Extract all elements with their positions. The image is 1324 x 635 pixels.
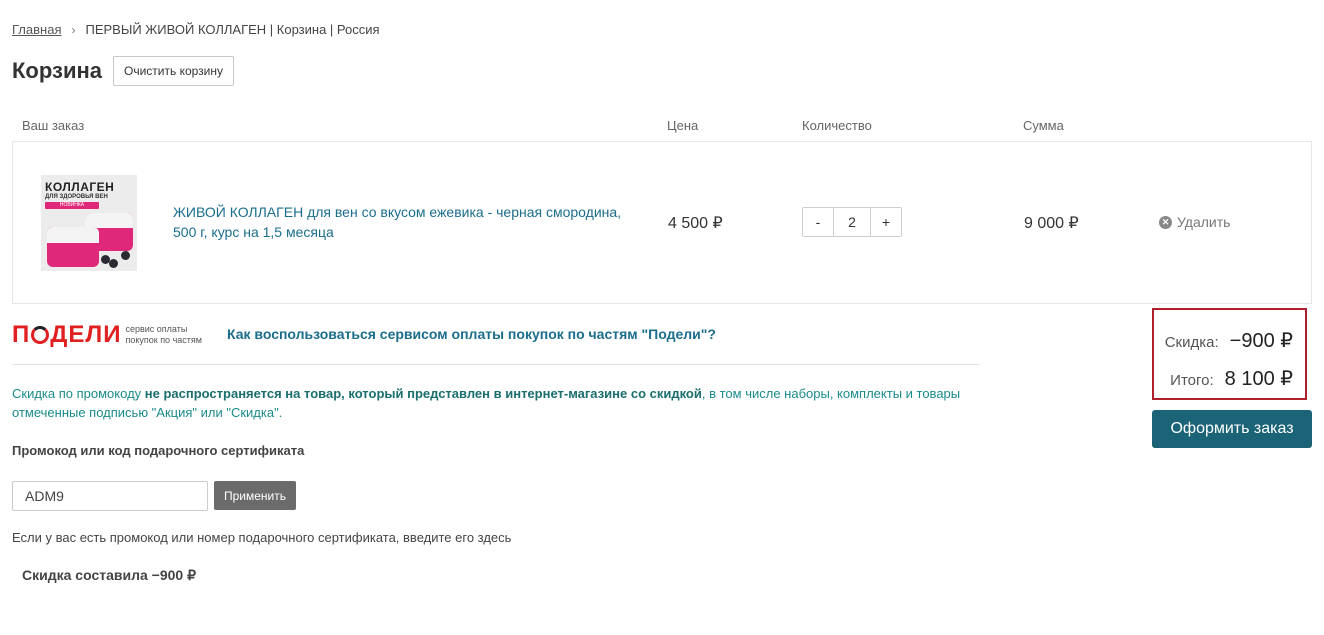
cart-item-row: КОЛЛАГЕН ДЛЯ ЗДОРОВЬЯ ВЕН НОВИНКА ЖИВОЙ … [12, 141, 1312, 304]
page-title: Корзина [12, 58, 102, 83]
product-image-badge: НОВИНКА [45, 202, 99, 209]
apply-promo-button[interactable]: Применить [214, 481, 296, 510]
promo-label: Промокод или код подарочного сертификата [12, 443, 305, 458]
product-name-link[interactable]: ЖИВОЙ КОЛЛАГЕН для вен со вкусом ежевика… [173, 202, 643, 242]
product-image-subtitle: ДЛЯ ЗДОРОВЬЯ ВЕН [45, 194, 108, 200]
breadcrumb-home-link[interactable]: Главная [12, 22, 61, 37]
discount-row: Скидка: −900 ₽ [1165, 328, 1293, 353]
podeli-logo-text: П ДЕЛИ [12, 321, 122, 348]
clear-cart-button[interactable]: Очистить корзину [113, 56, 234, 86]
berry-shape [109, 259, 118, 268]
column-header-price: Цена [667, 118, 699, 133]
total-row: Итого: 8 100 ₽ [1170, 366, 1293, 391]
promo-help-text: Если у вас есть промокод или номер подар… [12, 530, 512, 545]
discount-value: −900 ₽ [1229, 330, 1293, 352]
total-label: Итого: [1170, 372, 1214, 389]
close-circle-icon: ✕ [1159, 215, 1172, 229]
podeli-logo[interactable]: П ДЕЛИ сервис оплаты покупок по частям [12, 321, 202, 349]
discount-label: Скидка: [1164, 334, 1219, 351]
discount-message: Скидка составила −900 ₽ [22, 567, 196, 583]
podeli-subtitle-line2: покупок по частям [125, 335, 202, 345]
jar-shape [47, 227, 99, 267]
podeli-info-link[interactable]: Как воспользоваться сервисом оплаты поку… [227, 326, 716, 342]
promo-code-input[interactable] [12, 481, 208, 511]
breadcrumb: Главная › ПЕРВЫЙ ЖИВОЙ КОЛЛАГЕН | Корзин… [12, 22, 380, 37]
chevron-right-icon: › [71, 22, 76, 37]
product-image-title: КОЛЛАГЕН [45, 180, 115, 194]
delete-item-button[interactable]: ✕ Удалить [1159, 214, 1230, 230]
checkout-button[interactable]: Оформить заказ [1152, 410, 1312, 448]
podeli-subtitle: сервис оплаты покупок по частям [125, 324, 202, 346]
promo-note-bold: не распространяется на товар, который пр… [144, 386, 702, 401]
total-value: 8 100 ₽ [1224, 368, 1293, 390]
delete-label: Удалить [1177, 214, 1231, 230]
column-header-sum: Сумма [1023, 118, 1064, 133]
item-sum: 9 000 ₽ [1024, 215, 1079, 232]
title-row: Корзина Очистить корзину [12, 56, 234, 86]
totals-box: Скидка: −900 ₽ Итого: 8 100 ₽ [1152, 308, 1307, 400]
breadcrumb-current: ПЕРВЫЙ ЖИВОЙ КОЛЛАГЕН | Корзина | Россия [85, 22, 380, 37]
quantity-input[interactable]: 2 [833, 208, 871, 236]
quantity-stepper: - 2 + [802, 207, 902, 237]
column-header-quantity: Количество [802, 118, 872, 133]
item-price: 4 500 ₽ [668, 215, 723, 232]
column-header-order: Ваш заказ [22, 118, 85, 133]
product-image[interactable]: КОЛЛАГЕН ДЛЯ ЗДОРОВЬЯ ВЕН НОВИНКА [41, 175, 137, 271]
podeli-subtitle-line1: сервис оплаты [125, 324, 188, 334]
promo-note-part1: Скидка по промокоду [12, 386, 145, 401]
berry-shape [121, 251, 130, 260]
divider [12, 364, 980, 365]
promo-note: Скидка по промокоду не распространяется … [12, 384, 982, 422]
quantity-decrease-button[interactable]: - [803, 208, 833, 236]
quantity-increase-button[interactable]: + [871, 208, 901, 236]
